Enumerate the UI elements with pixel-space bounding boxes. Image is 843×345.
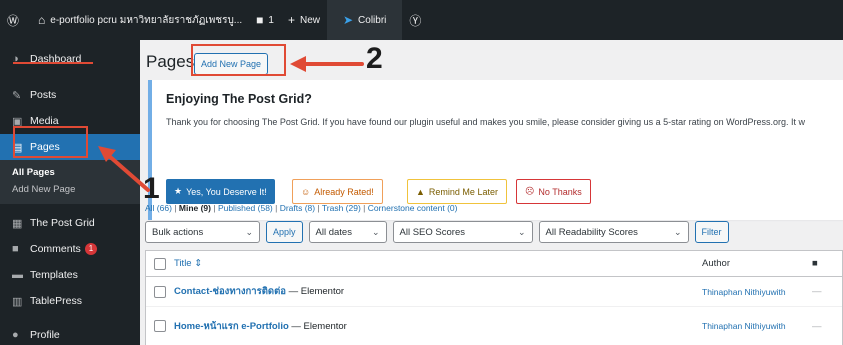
chevron-down-icon: ⌄ [517, 226, 526, 237]
row-state: — Elementor [288, 286, 345, 297]
column-author: Author [702, 258, 730, 269]
annotation-number-2: 2 [366, 42, 383, 75]
row-checkbox[interactable] [154, 320, 166, 332]
view-cornerstone[interactable]: Cornerstone content (0) [368, 203, 458, 213]
page-title: Pages [146, 52, 195, 71]
table-header: Title ⇕ Author ■ [146, 251, 842, 277]
row-author-link[interactable]: Thinaphan Nithiyuwith [702, 287, 812, 297]
home-icon: ⌂ [38, 13, 46, 27]
colibri-link[interactable]: ➤ Colibri [326, 0, 403, 40]
admin-sidebar: ◑ Dashboard ✎ Posts ▣ Media ▤ Pages All Page… [0, 40, 140, 345]
table-row: Home-หน้าแรก e-Portfolio — Elementor Thi… [146, 307, 842, 345]
comments-link[interactable]: ■ 1 [249, 0, 281, 40]
chevron-down-icon: ⌄ [245, 226, 253, 237]
view-trash[interactable]: Trash (29) [322, 203, 361, 213]
user-icon: ● [12, 329, 19, 341]
table-filters: Bulk actions ⌄ Apply All dates ⌄ All SEO S… [145, 221, 729, 243]
apply-button[interactable]: Apply [266, 221, 303, 243]
yoast-link[interactable]: Ⓨ [402, 0, 433, 40]
pages-highlight-box [13, 126, 88, 158]
plus-icon: + [287, 13, 295, 27]
yoast-icon: Ⓨ [409, 13, 422, 28]
notice-text: Thank you for choosing The Post Grid. If… [166, 117, 806, 127]
row-comments: — [812, 286, 822, 297]
chevron-down-icon: ⌄ [371, 226, 380, 237]
star-icon: ★ [174, 186, 183, 196]
row-title-link[interactable]: Contact-ช่องทางการติดต่อ [174, 286, 286, 297]
no-thanks-button[interactable]: ☹ No Thanks [516, 179, 591, 204]
readability-select[interactable]: All Readability Scores ⌄ [538, 221, 689, 243]
main-content: Pages Add New Page Enjoying The Post Gri… [140, 40, 843, 345]
submenu-add-new-page[interactable]: Add New Page [0, 181, 140, 198]
sidebar-item-comments[interactable]: ■ Comments 1 [0, 236, 140, 262]
bulk-actions-select[interactable]: Bulk actions ⌄ [145, 221, 260, 243]
comment-icon: ■ [256, 13, 264, 27]
notice-heading: Enjoying The Post Grid? [166, 92, 312, 106]
rate-yes-button[interactable]: ★ Yes, You Deserve It! [166, 179, 275, 204]
annotation-number-1: 1 [143, 172, 160, 205]
admin-bar: Ⓦ ⌂ e-portfolio pcru มหาวิทยาลัยราชภัฏเพช… [0, 0, 843, 40]
pin-icon: ✎ [12, 89, 22, 102]
view-drafts[interactable]: Drafts (8) [280, 203, 315, 213]
new-content-link[interactable]: + New [281, 0, 327, 40]
post-grid-rating-notice: Enjoying The Post Grid? Thank you for ch… [148, 80, 843, 220]
bell-icon: ▲ [416, 186, 425, 197]
dates-select[interactable]: All dates ⌄ [308, 221, 387, 243]
folder-icon: ▬ [12, 269, 23, 281]
row-author-link[interactable]: Thinaphan Nithiyuwith [702, 321, 812, 331]
comments-column-icon: ■ [812, 258, 818, 269]
sidebar-item-dashboard[interactable]: ◑ Dashboard [0, 46, 140, 72]
sort-icon: ⇕ [194, 258, 203, 269]
view-mine[interactable]: Mine (9) [179, 203, 211, 213]
table-row: Contact-ช่องทางการติดต่อ — Elementor Thi… [146, 277, 842, 307]
pages-submenu: All Pages Add New Page [0, 160, 140, 204]
smile-icon: ☺ [301, 186, 311, 197]
sidebar-item-profile[interactable]: ● Profile [0, 322, 140, 345]
sidebar-item-tablepress[interactable]: ▥ TablePress [0, 288, 140, 314]
filter-button[interactable]: Filter [694, 221, 729, 243]
dashboard-underline-annotation [13, 62, 93, 64]
table-icon: ▥ [12, 295, 23, 308]
column-title[interactable]: Title ⇕ [174, 258, 702, 269]
sad-icon: ☹ [525, 186, 535, 196]
row-checkbox[interactable] [154, 285, 166, 298]
chevron-down-icon: ⌄ [673, 226, 682, 237]
sidebar-item-templates[interactable]: ▬ Templates [0, 262, 140, 288]
sidebar-item-posts[interactable]: ✎ Posts [0, 82, 140, 108]
pages-table: Title ⇕ Author ■ Contact-ช่องทางการติดต่… [145, 250, 843, 345]
row-state: — Elementor [291, 320, 347, 332]
row-title-link[interactable]: Home-หน้าแรก e-Portfolio [174, 321, 289, 332]
sidebar-item-the-post-grid[interactable]: ▦ The Post Grid [0, 210, 140, 236]
colibri-icon: ➤ [342, 13, 354, 27]
comments-badge: 1 [84, 243, 98, 255]
wordpress-icon: Ⓦ [7, 13, 20, 28]
wordpress-logo-button[interactable]: Ⓦ [0, 0, 31, 40]
view-filters: All (66) | Mine (9) | Published (58) | D… [145, 203, 458, 213]
comment-icon: ■ [12, 243, 19, 255]
add-new-highlight-box [191, 44, 286, 76]
submenu-all-pages[interactable]: All Pages [0, 164, 140, 181]
view-published[interactable]: Published (58) [218, 203, 273, 213]
seo-scores-select[interactable]: All SEO Scores ⌄ [392, 221, 533, 243]
site-name-link[interactable]: ⌂ e-portfolio pcru มหาวิทยาลัยราชภัฏเพชรบ… [31, 0, 249, 40]
already-rated-button[interactable]: ☺ Already Rated! [292, 179, 383, 204]
row-comments: — [812, 320, 822, 332]
grid-icon: ▦ [12, 217, 23, 230]
select-all-checkbox[interactable] [154, 257, 166, 270]
remind-later-button[interactable]: ▲ Remind Me Later [407, 179, 507, 204]
